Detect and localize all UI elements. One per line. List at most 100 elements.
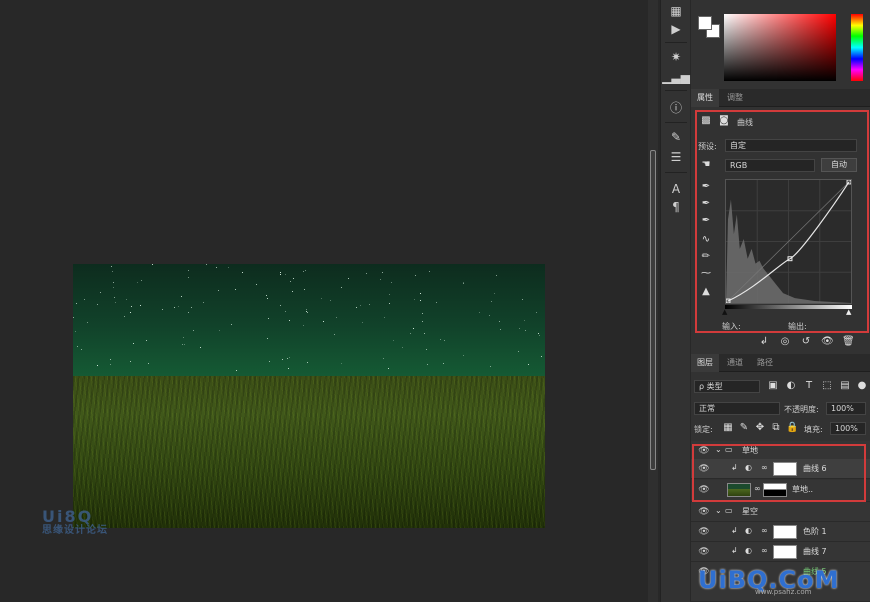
layer-row[interactable]: 👁 ⌄ ▭ 星空 <box>691 502 870 522</box>
channel-select[interactable]: RGB <box>725 159 815 172</box>
eye-icon[interactable]: 👁 <box>698 506 710 518</box>
lock-transparent-icon[interactable]: ▦ <box>722 422 734 434</box>
layer-row[interactable]: 👁 ↲ ◐ ∞ 曲线 7 <box>691 542 870 562</box>
color-icon[interactable]: ▦ <box>666 2 686 20</box>
document-image[interactable] <box>73 264 545 528</box>
star <box>518 328 520 330</box>
brightness-icon[interactable]: ✷ <box>666 48 686 66</box>
layer-row[interactable]: 👁 ↲ ◐ ∞ 色阶 1 <box>691 522 870 542</box>
star <box>161 309 163 311</box>
target-adjust-icon[interactable]: ☚ <box>700 159 712 171</box>
filter-toggle-icon[interactable]: ● <box>856 380 868 392</box>
star <box>521 299 523 301</box>
star <box>202 302 204 304</box>
eye-icon[interactable]: 👁 <box>698 526 710 538</box>
star <box>306 309 308 311</box>
brush-icon[interactable]: ✎ <box>666 128 686 146</box>
tab-channels[interactable]: 通道 <box>721 354 749 372</box>
filter-adjustment-icon[interactable]: ◐ <box>785 380 797 392</box>
filter-smart-icon[interactable]: ▤ <box>839 380 851 392</box>
mask-thumbnail[interactable] <box>773 545 797 559</box>
gray-point-eyedropper-icon[interactable]: ✒ <box>700 198 712 210</box>
curve-edit-icon[interactable]: ∿ <box>700 234 712 246</box>
star <box>284 311 286 313</box>
star <box>496 275 498 277</box>
star <box>499 328 501 330</box>
star <box>443 362 445 364</box>
star <box>463 283 465 285</box>
tab-properties[interactable]: 属性 <box>691 89 719 107</box>
white-slider-icon[interactable]: ▲ <box>846 309 854 316</box>
star <box>303 324 305 326</box>
layer-name: 曲线 7 <box>803 547 827 556</box>
star <box>425 348 427 350</box>
star <box>113 286 115 288</box>
star <box>340 362 342 364</box>
divider <box>665 90 687 91</box>
filter-pixel-icon[interactable]: ▣ <box>767 380 779 392</box>
star <box>538 335 540 337</box>
scrollbar-thumb[interactable] <box>650 150 656 470</box>
black-slider-icon[interactable]: ▲ <box>722 309 730 316</box>
star <box>181 295 183 297</box>
tab-paths[interactable]: 路径 <box>751 354 779 372</box>
paragraph-icon[interactable]: ¶ <box>666 198 686 216</box>
star <box>424 333 426 335</box>
sliders-icon[interactable]: ☰ <box>666 148 686 166</box>
tab-adjustments[interactable]: 调整 <box>721 89 749 107</box>
clipping-warning-icon[interactable]: ▲ <box>700 286 712 298</box>
visibility-icon[interactable]: 👁 <box>821 336 834 348</box>
star <box>280 273 282 275</box>
star <box>494 292 496 294</box>
star <box>206 264 208 265</box>
pencil-icon[interactable]: ✏ <box>700 251 712 263</box>
tab-layers[interactable]: 图层 <box>691 354 719 372</box>
fill-input[interactable]: 100% <box>830 422 866 435</box>
star <box>112 281 114 283</box>
star <box>356 307 358 309</box>
delete-icon[interactable]: 🗑 <box>842 336 855 348</box>
reset-icon[interactable]: ↺ <box>800 336 812 348</box>
play-icon[interactable]: ▶ <box>666 20 686 38</box>
histogram-icon[interactable]: ▁▃▅ <box>662 68 690 86</box>
auto-button[interactable]: 自动 <box>821 158 857 172</box>
star <box>241 272 243 274</box>
clip-to-layer-icon[interactable]: ↲ <box>758 336 770 348</box>
star <box>230 324 232 326</box>
star <box>348 278 350 280</box>
star <box>290 280 292 282</box>
star <box>489 366 491 368</box>
character-icon[interactable]: A <box>666 180 686 198</box>
preset-select[interactable]: 自定 <box>725 139 857 152</box>
eye-icon[interactable]: 👁 <box>698 546 710 558</box>
star <box>305 269 307 271</box>
hue-slider[interactable] <box>851 14 863 81</box>
view-previous-icon[interactable]: ◎ <box>779 336 791 348</box>
color-field[interactable] <box>724 14 836 81</box>
chevron-down-icon[interactable]: ⌄ <box>715 506 722 515</box>
smooth-icon[interactable]: ⁓ <box>700 268 712 280</box>
canvas-scrollbar[interactable] <box>648 0 658 602</box>
lock-all-icon[interactable]: 🔒 <box>786 422 798 434</box>
filter-type-icon[interactable]: T <box>803 380 815 392</box>
lock-image-icon[interactable]: ✎ <box>738 422 750 434</box>
star <box>479 311 481 313</box>
layer-filter-select[interactable]: ρ 类型 <box>694 380 760 393</box>
white-point-eyedropper-icon[interactable]: ✒ <box>700 215 712 227</box>
filter-shape-icon[interactable]: ⬚ <box>821 380 833 392</box>
info-icon[interactable]: ⓘ <box>666 98 686 116</box>
star <box>281 359 283 361</box>
curves-graph[interactable] <box>725 179 852 304</box>
star <box>402 346 404 348</box>
star <box>147 363 149 365</box>
opacity-input[interactable]: 100% <box>826 402 866 415</box>
layer-filter-value: ρ 类型 <box>699 382 723 391</box>
mask-icon[interactable]: ◙ <box>718 115 730 127</box>
star <box>444 340 446 342</box>
foreground-color-swatch[interactable] <box>698 16 712 30</box>
blend-mode-select[interactable]: 正常 <box>694 402 780 415</box>
lock-position-icon[interactable]: ✥ <box>754 422 766 434</box>
black-point-eyedropper-icon[interactable]: ✒ <box>700 181 712 193</box>
lock-artboard-icon[interactable]: ⧉ <box>770 422 782 434</box>
mask-thumbnail[interactable] <box>773 525 797 539</box>
